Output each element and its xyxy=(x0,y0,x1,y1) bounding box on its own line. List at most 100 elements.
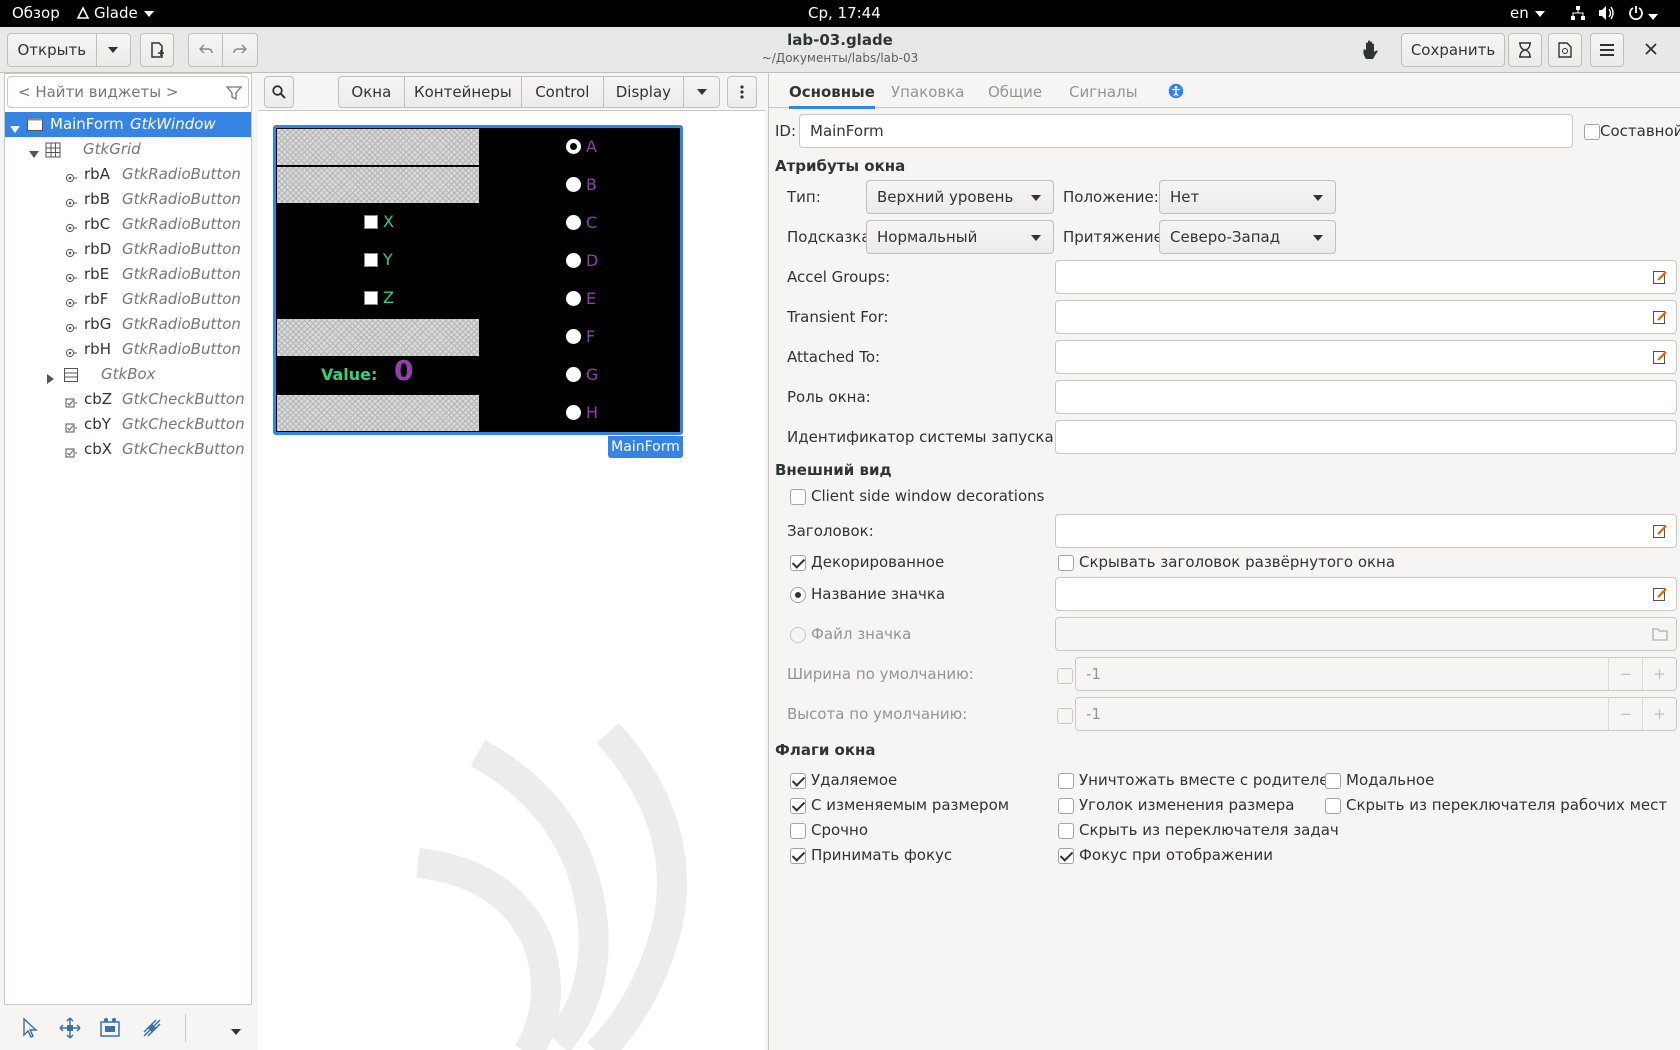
composite-checkbox[interactable] xyxy=(1584,124,1600,140)
palette-search-button[interactable] xyxy=(264,76,294,108)
recent-files-dropdown[interactable] xyxy=(97,34,130,66)
tab-accessibility-icon[interactable] xyxy=(1168,83,1184,99)
focus-on-map-checkbox[interactable] xyxy=(1058,848,1074,864)
tree-row[interactable]: rbH GtkRadioButton xyxy=(5,337,251,362)
mainform-preview[interactable]: XYZ ABCDEFGH Value: 0 xyxy=(273,125,683,435)
tree-row[interactable]: rbB GtkRadioButton xyxy=(5,187,251,212)
preview-checkbox[interactable] xyxy=(364,215,378,229)
palette-tab-display[interactable]: Display xyxy=(604,77,685,107)
tree-row[interactable]: rbA GtkRadioButton xyxy=(5,162,251,187)
tree-row[interactable]: cbZ GtkCheckButton xyxy=(5,387,251,412)
hide-titlebar-checkbox[interactable] xyxy=(1058,555,1074,571)
preview-checkbox[interactable] xyxy=(364,253,378,267)
expander-open-icon[interactable] xyxy=(10,120,20,138)
resize-grip-checkbox[interactable] xyxy=(1058,798,1074,814)
tree-row[interactable]: GtkGrid xyxy=(5,137,251,162)
palette-tab-containers[interactable]: Контейнеры xyxy=(405,77,523,107)
deletable-checkbox[interactable] xyxy=(790,773,806,789)
tree-row[interactable]: GtkBox xyxy=(5,362,251,387)
edit-icon[interactable] xyxy=(1652,523,1668,539)
language-indicator[interactable]: en xyxy=(1510,4,1545,22)
tree-row[interactable]: MainForm GtkWindow xyxy=(5,112,251,137)
placeholder-cell[interactable] xyxy=(277,167,479,203)
resizable-checkbox[interactable] xyxy=(790,798,806,814)
title-input[interactable] xyxy=(1055,514,1677,548)
redo-button[interactable] xyxy=(223,34,257,66)
tree-row[interactable]: rbG GtkRadioButton xyxy=(5,312,251,337)
skip-taskbar-checkbox[interactable] xyxy=(1058,823,1074,839)
decrement-icon[interactable]: − xyxy=(1608,698,1642,730)
type-combo[interactable]: Верхний уровень xyxy=(866,180,1054,214)
tab-packing[interactable]: Упаковка xyxy=(891,83,964,101)
alignment-tool-icon[interactable] xyxy=(140,1016,164,1040)
tree-row[interactable]: rbC GtkRadioButton xyxy=(5,212,251,237)
tree-row[interactable]: cbX GtkCheckButton xyxy=(5,437,251,462)
tab-general[interactable]: Основные xyxy=(789,83,875,109)
margin-tool-icon[interactable] xyxy=(98,1016,122,1040)
edit-icon[interactable] xyxy=(1652,269,1668,285)
main-menu-button[interactable] xyxy=(1590,33,1624,67)
filter-icon[interactable] xyxy=(226,85,242,101)
default-height-checkbox[interactable] xyxy=(1057,708,1073,724)
default-width-checkbox[interactable] xyxy=(1057,668,1073,684)
palette-more-dropdown[interactable] xyxy=(684,77,719,107)
palette-tab-control[interactable]: Control xyxy=(522,77,604,107)
close-window-button[interactable] xyxy=(1645,41,1657,59)
activities-button[interactable]: Обзор xyxy=(12,4,60,22)
startup-id-input[interactable] xyxy=(1055,420,1677,454)
placeholder-cell[interactable] xyxy=(277,129,479,165)
transient-for-input[interactable] xyxy=(1055,300,1677,334)
urgent-checkbox[interactable] xyxy=(790,823,806,839)
expander-open-icon[interactable] xyxy=(29,145,39,163)
icon-name-radio[interactable] xyxy=(790,587,806,603)
save-as-button[interactable] xyxy=(1508,33,1542,67)
preview-radio-button[interactable] xyxy=(566,405,581,420)
gravity-combo[interactable]: Северо-Запад xyxy=(1159,220,1336,254)
tab-common[interactable]: Общие xyxy=(988,83,1042,101)
placeholder-cell[interactable] xyxy=(277,395,479,431)
accept-focus-checkbox[interactable] xyxy=(790,848,806,864)
preview-radio-button[interactable] xyxy=(566,367,581,382)
edit-icon[interactable] xyxy=(1652,586,1668,602)
preview-checkbox[interactable] xyxy=(364,291,378,305)
clock[interactable]: Ср, 17:44 xyxy=(808,4,881,22)
save-button[interactable]: Сохранить xyxy=(1401,33,1505,67)
increment-icon[interactable]: + xyxy=(1642,698,1676,730)
chevron-down-icon[interactable] xyxy=(231,1029,241,1035)
power-icon[interactable] xyxy=(1628,5,1658,25)
icon-file-input[interactable] xyxy=(1055,617,1677,651)
preview-radio-button[interactable] xyxy=(566,253,581,268)
attached-to-input[interactable] xyxy=(1055,340,1677,374)
open-button[interactable]: Открыть xyxy=(8,34,97,66)
destroy-with-parent-checkbox[interactable] xyxy=(1058,773,1074,789)
csd-checkbox[interactable] xyxy=(790,489,806,505)
increment-icon[interactable]: + xyxy=(1642,658,1676,690)
placeholder-cell[interactable] xyxy=(277,319,479,356)
palette-menu-button[interactable] xyxy=(727,76,757,108)
volume-icon[interactable] xyxy=(1598,5,1616,25)
preview-radio-button[interactable] xyxy=(566,215,581,230)
app-menu[interactable]: Glade xyxy=(76,4,154,22)
modal-checkbox[interactable] xyxy=(1325,773,1341,789)
expander-closed-icon[interactable] xyxy=(47,370,55,388)
edit-icon[interactable] xyxy=(1652,349,1668,365)
pointer-tool-icon[interactable] xyxy=(18,1016,42,1040)
default-width-spin[interactable]: -1 − + xyxy=(1075,657,1677,691)
widget-search-input[interactable]: < Найти виджеты > xyxy=(7,76,249,108)
edit-icon[interactable] xyxy=(1652,309,1668,325)
icon-file-radio[interactable] xyxy=(790,627,806,643)
undo-button[interactable] xyxy=(189,34,224,66)
inspector-hand-icon[interactable] xyxy=(1360,39,1382,65)
hint-combo[interactable]: Нормальный xyxy=(866,220,1054,254)
palette-tab-windows[interactable]: Окна xyxy=(339,77,405,107)
preview-radio-button[interactable] xyxy=(566,177,581,192)
tree-row[interactable]: rbD GtkRadioButton xyxy=(5,237,251,262)
default-height-spin[interactable]: -1 − + xyxy=(1075,697,1677,731)
decrement-icon[interactable]: − xyxy=(1608,658,1642,690)
position-combo[interactable]: Нет xyxy=(1159,180,1336,214)
drag-resize-tool-icon[interactable] xyxy=(58,1016,82,1040)
skip-pager-checkbox[interactable] xyxy=(1325,798,1341,814)
window-role-input[interactable] xyxy=(1055,380,1677,414)
preview-radio-button[interactable] xyxy=(566,139,581,154)
preview-radio-button[interactable] xyxy=(566,291,581,306)
